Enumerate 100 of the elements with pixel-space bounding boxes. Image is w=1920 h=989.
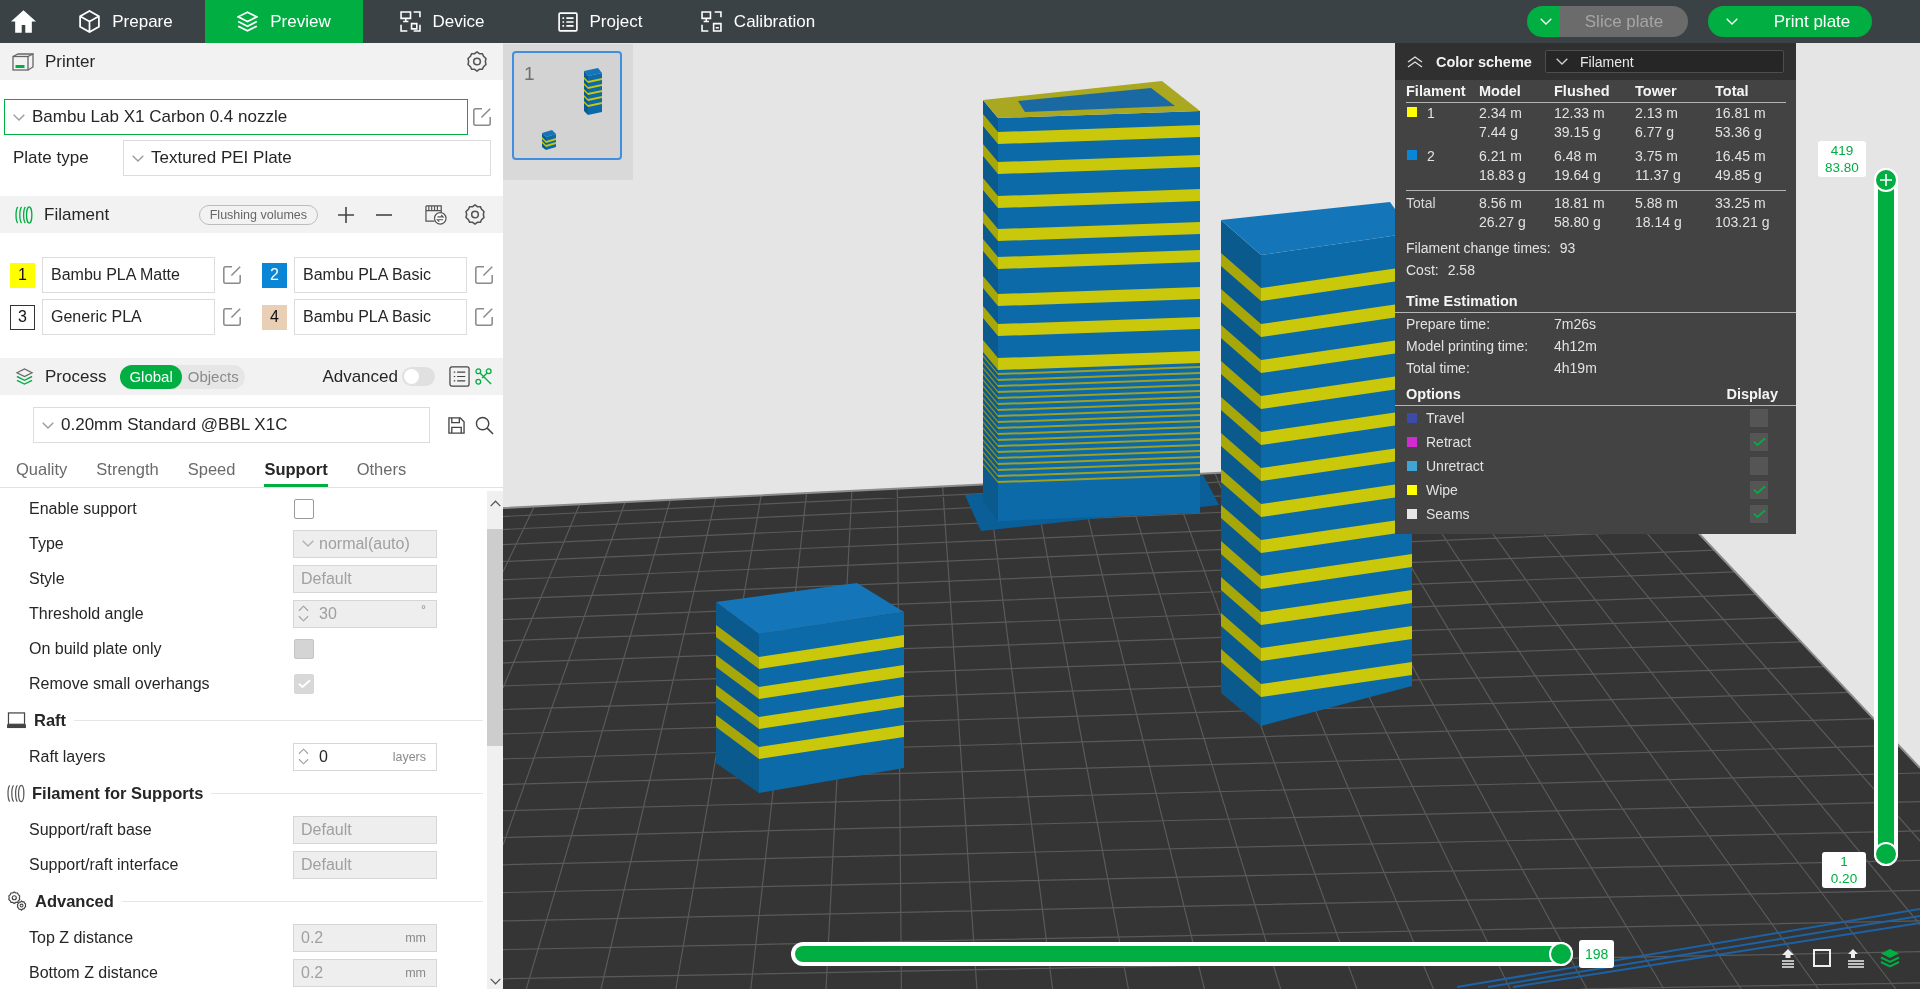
plate-thumbnail[interactable]: 1 xyxy=(512,51,622,160)
checkbox[interactable] xyxy=(294,498,314,519)
scope-option[interactable]: Global xyxy=(120,364,182,389)
filament-length: 6.48 m xyxy=(1554,147,1597,166)
unit-label: mm xyxy=(405,930,426,945)
stat-value: 2.58 xyxy=(1447,262,1475,278)
display-checkbox[interactable] xyxy=(1750,433,1768,451)
mode-tab[interactable]: Calibration xyxy=(679,0,837,43)
chevron-down-icon xyxy=(1539,18,1552,25)
filament-length: 5.88 m xyxy=(1635,194,1678,213)
field-label: Plate type xyxy=(12,148,90,168)
settings-tab[interactable]: Strength xyxy=(96,453,159,487)
time-label: Total time: xyxy=(1406,360,1471,376)
setting-label: Support/raft interface xyxy=(29,855,180,874)
filament-weight: 7.44 g xyxy=(1479,123,1518,142)
plus-icon[interactable] xyxy=(338,206,354,223)
material-preset-dropdown[interactable]: Bambu PLA Matte xyxy=(42,257,215,293)
edit-icon[interactable] xyxy=(223,308,241,326)
filament-weight: 11.37 g xyxy=(1635,166,1681,185)
toggle-label: Advanced xyxy=(322,366,398,387)
scroll-up-icon[interactable] xyxy=(489,500,501,507)
layers-icon xyxy=(15,368,34,385)
print-options-button[interactable] xyxy=(1708,6,1752,37)
mode-tab[interactable]: Device xyxy=(363,0,521,43)
plate-type-dropdown[interactable]: Textured PEI Plate xyxy=(123,140,491,176)
color-swatch-icon xyxy=(1407,485,1417,495)
time-label: Prepare time: xyxy=(1406,316,1492,332)
machine-sync-icon[interactable] xyxy=(424,204,447,225)
material-color-badge[interactable]: 2 xyxy=(262,262,287,288)
stat-label: Cost: xyxy=(1406,262,1439,278)
advanced-toggle[interactable] xyxy=(402,367,435,386)
minus-icon[interactable] xyxy=(376,213,392,216)
check-icon xyxy=(1752,437,1766,447)
printer-dropdown[interactable]: Bambu Lab X1 Carbon 0.4 nozzle xyxy=(4,99,468,135)
settings-tab[interactable]: Quality xyxy=(16,453,68,487)
setting-label: Type xyxy=(29,534,65,553)
scrollbar-track[interactable] xyxy=(487,491,503,989)
material-preset-dropdown[interactable]: Bambu PLA Basic xyxy=(294,299,467,335)
group-title: Advanced xyxy=(35,891,114,911)
option-label: Retract xyxy=(1426,434,1472,450)
move-slider-handle[interactable] xyxy=(1549,942,1573,966)
save-icon[interactable] xyxy=(448,416,465,434)
mode-tab[interactable]: Preview xyxy=(205,0,363,43)
unit-label: mm xyxy=(405,965,426,980)
total-label: Total xyxy=(1406,194,1436,213)
edit-icon[interactable] xyxy=(475,266,493,284)
layer-slider-track[interactable] xyxy=(1874,168,1898,866)
settings-tab[interactable]: Speed xyxy=(187,453,236,487)
edit-icon[interactable] xyxy=(223,266,241,284)
color-swatch-icon xyxy=(1407,413,1417,423)
material-color-badge[interactable]: 1 xyxy=(10,262,35,288)
stepper-arrows-icon[interactable] xyxy=(298,747,309,766)
color-swatch-icon xyxy=(1407,437,1417,447)
settings-tab[interactable]: Others xyxy=(356,453,407,487)
display-checkbox[interactable] xyxy=(1750,505,1768,523)
check-icon xyxy=(1752,509,1766,519)
settings-icon[interactable] xyxy=(467,51,487,72)
upper-layer-handle[interactable] xyxy=(1874,168,1898,192)
option-label: Travel xyxy=(1426,410,1465,426)
column-header: Tower xyxy=(1635,83,1678,99)
settings-tab[interactable]: Support xyxy=(264,453,328,487)
setting-label: Remove small overhangs xyxy=(29,674,211,693)
arrow-up-lines-icon[interactable] xyxy=(1846,948,1866,968)
number-field[interactable]: 0 layers xyxy=(293,742,437,771)
filament-length: 12.33 m xyxy=(1554,104,1605,123)
settings-icon[interactable] xyxy=(465,204,485,225)
material-preset-dropdown[interactable]: Bambu PLA Basic xyxy=(294,257,467,293)
unit-label: ° xyxy=(421,602,426,617)
square-icon[interactable] xyxy=(1812,948,1832,968)
filament-length: 8.56 m xyxy=(1479,194,1522,213)
plate-number: 1 xyxy=(524,63,535,85)
filament-number: 2 xyxy=(1427,147,1435,166)
edit-icon[interactable] xyxy=(475,308,493,326)
material-preset-dropdown[interactable]: Generic PLA xyxy=(42,299,215,335)
layers-icon[interactable] xyxy=(1880,948,1900,968)
lower-layer-handle[interactable] xyxy=(1874,842,1898,866)
scroll-down-icon[interactable] xyxy=(489,978,501,985)
search-icon[interactable] xyxy=(475,415,494,435)
print-plate-button[interactable]: Print plate xyxy=(1752,6,1872,37)
material-color-badge[interactable]: 3 xyxy=(10,304,35,330)
plus-icon xyxy=(1880,174,1892,186)
filament-length: 3.75 m xyxy=(1635,147,1678,166)
mode-tab[interactable]: Project xyxy=(521,0,679,43)
list-icon[interactable] xyxy=(449,366,470,387)
display-checkbox[interactable] xyxy=(1750,481,1768,499)
edit-icon[interactable] xyxy=(473,108,491,126)
flushing-volumes-button[interactable]: Flushing volumes xyxy=(198,204,318,225)
process-preset-dropdown[interactable]: 0.20mm Standard @BBL X1C xyxy=(33,407,430,443)
gears-icon xyxy=(6,891,28,911)
filament-length: 2.13 m xyxy=(1635,104,1678,123)
color-scheme-dropdown[interactable]: Filament xyxy=(1545,50,1784,73)
scrollbar-thumb[interactable] xyxy=(487,529,503,746)
scissors-icon[interactable] xyxy=(475,368,492,385)
collapse-icon[interactable] xyxy=(1407,55,1423,68)
slice-options-button[interactable] xyxy=(1527,6,1560,37)
filament-weight: 19.64 g xyxy=(1554,166,1601,185)
move-slider-track[interactable] xyxy=(791,942,1573,966)
mode-tab[interactable]: Prepare xyxy=(47,0,205,43)
time-label: Model printing time: xyxy=(1406,338,1530,354)
material-color-badge[interactable]: 4 xyxy=(262,304,287,330)
